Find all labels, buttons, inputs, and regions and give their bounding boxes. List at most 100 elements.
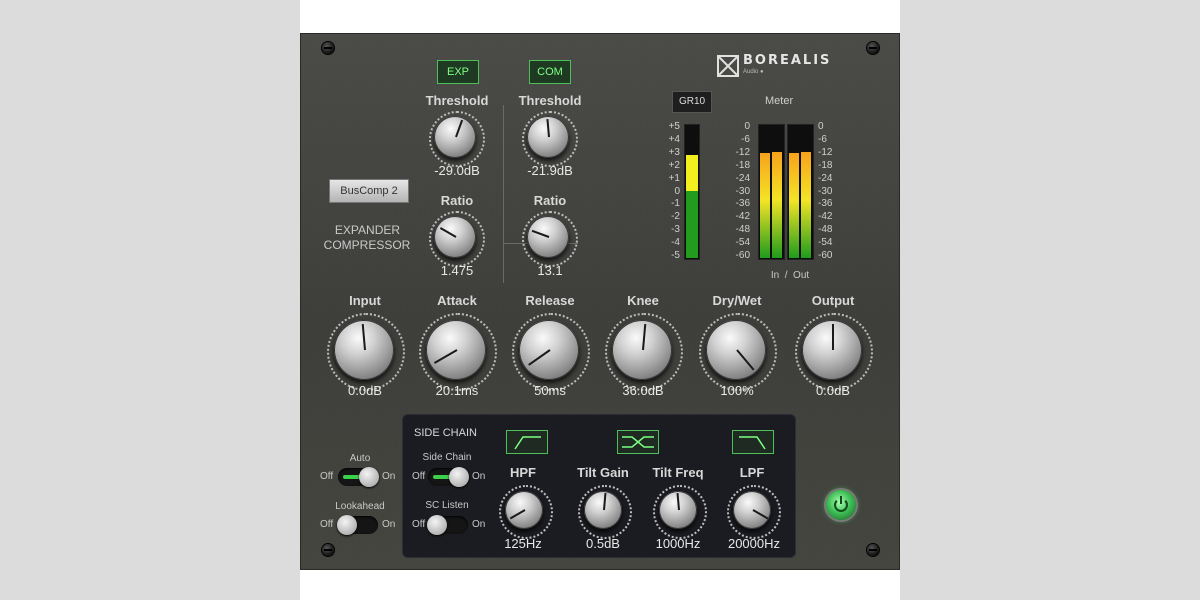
input-knob[interactable] bbox=[334, 320, 394, 380]
lpf-label: LPF bbox=[739, 465, 765, 480]
input-meter-l-bar bbox=[760, 153, 770, 258]
input-meter bbox=[758, 124, 785, 260]
lookahead-toggle[interactable] bbox=[337, 515, 378, 535]
gr-scale-tick-label: 0 bbox=[674, 185, 680, 197]
output-value: 0.0dB bbox=[816, 383, 850, 398]
side-chain-toggle[interactable] bbox=[428, 467, 469, 487]
preset-selector[interactable]: BusComp 2 bbox=[329, 179, 409, 203]
meter-right-tick-label: -54 bbox=[818, 237, 833, 249]
tilt-filter-icon[interactable] bbox=[617, 430, 659, 454]
knee-value: 36.0dB bbox=[622, 383, 664, 398]
gr-scale-tick-label: +5 bbox=[668, 121, 680, 132]
input-meter-r-bar bbox=[772, 152, 782, 258]
auto-label: Auto bbox=[349, 453, 371, 464]
release-value: 50ms bbox=[534, 383, 566, 398]
gr-scale-tick-label: -2 bbox=[671, 211, 680, 223]
attack-label: Attack bbox=[437, 293, 477, 308]
meter-in-out-label: In / Out bbox=[770, 270, 810, 281]
exp-ratio-value: 1.475 bbox=[440, 263, 474, 278]
meter-left-tick-label: -54 bbox=[735, 237, 750, 249]
power-icon-stem bbox=[840, 496, 842, 504]
meter-right-tick-label: -18 bbox=[818, 159, 833, 171]
lookahead-off-label: Off bbox=[320, 519, 334, 530]
brand-subtitle: Audio ● bbox=[743, 69, 764, 75]
release-knob[interactable] bbox=[519, 320, 579, 380]
output-meter-r-bar bbox=[801, 152, 811, 258]
side-chain-title: SIDE CHAIN bbox=[414, 427, 477, 439]
exp-mode-button[interactable]: EXP bbox=[437, 60, 479, 84]
hpf-filter-icon[interactable] bbox=[506, 430, 548, 454]
tilt-gain-knob[interactable] bbox=[584, 491, 622, 529]
gr-scale-tick-label: +2 bbox=[668, 159, 680, 171]
meter-left-tick-label: -24 bbox=[735, 172, 750, 184]
knee-knob[interactable] bbox=[612, 320, 672, 380]
tilt-freq-value: 1000Hz bbox=[655, 536, 701, 551]
tilt-freq-label: Tilt Freq bbox=[652, 465, 704, 480]
drywet-value: 100% bbox=[720, 383, 754, 398]
sc-listen-label: SC Listen bbox=[425, 500, 469, 511]
com-ratio-value: 13.1 bbox=[537, 263, 563, 278]
output-meter bbox=[787, 124, 814, 260]
meter-right-tick-label: -12 bbox=[818, 146, 833, 158]
toggle-thumb bbox=[449, 467, 469, 487]
borealis-logo-icon bbox=[717, 55, 739, 77]
auto-off-label: Off bbox=[320, 471, 334, 482]
meter-right-tick-label: -36 bbox=[818, 198, 833, 210]
meter-scale-left: 0 -6 -12 -18 -24 -30 -36 -42 -48 -54 -60 bbox=[728, 121, 750, 263]
tilt-freq-knob[interactable] bbox=[659, 491, 697, 529]
input-value: 0.0dB bbox=[348, 383, 382, 398]
com-mode-button[interactable]: COM bbox=[529, 60, 571, 84]
com-ratio-label: Ratio bbox=[533, 193, 567, 208]
expander-label: EXPANDER bbox=[334, 223, 401, 237]
gr-scale-tick-label: -1 bbox=[671, 198, 680, 210]
screw-icon bbox=[322, 42, 334, 54]
hpf-knob[interactable] bbox=[505, 491, 543, 529]
gr-scale-tick-label: +4 bbox=[668, 133, 680, 145]
gr-scale-tick-label: -5 bbox=[671, 250, 680, 262]
gr-scale-tick-label: -3 bbox=[671, 224, 680, 236]
sc-listen-on-label: On bbox=[472, 519, 486, 530]
drywet-label: Dry/Wet bbox=[712, 293, 762, 308]
hpf-label: HPF bbox=[510, 465, 536, 480]
lpf-value: 20000Hz bbox=[727, 536, 781, 551]
toggle-thumb bbox=[337, 515, 357, 535]
gr10-button[interactable]: GR10 bbox=[672, 91, 712, 113]
meter-right-tick-label: 0 bbox=[818, 121, 824, 132]
lookahead-on-label: On bbox=[382, 519, 396, 530]
tilt-gain-value: 0.5dB bbox=[586, 536, 620, 551]
drywet-knob[interactable] bbox=[706, 320, 766, 380]
power-button[interactable] bbox=[826, 490, 856, 520]
com-threshold-knob[interactable] bbox=[527, 116, 569, 158]
output-knob[interactable] bbox=[802, 320, 862, 380]
meter-title: Meter bbox=[765, 95, 794, 107]
meter-left-tick-label: -30 bbox=[735, 185, 750, 197]
lookahead-label: Lookahead bbox=[335, 501, 385, 512]
hpf-value: 125Hz bbox=[504, 536, 542, 551]
sc-toggle-off-label: Off bbox=[412, 471, 426, 482]
lpf-filter-icon[interactable] bbox=[732, 430, 774, 454]
exp-ratio-knob[interactable] bbox=[434, 216, 476, 258]
lpf-knob[interactable] bbox=[733, 491, 771, 529]
meter-left-tick-label: -6 bbox=[741, 133, 750, 145]
meter-left-tick-label: -18 bbox=[735, 159, 750, 171]
com-ratio-knob[interactable] bbox=[527, 216, 569, 258]
sc-listen-off-label: Off bbox=[412, 519, 426, 530]
tilt-gain-label: Tilt Gain bbox=[577, 465, 629, 480]
auto-on-label: On bbox=[382, 471, 396, 482]
meter-right-tick-label: -30 bbox=[818, 185, 833, 197]
knee-label: Knee bbox=[627, 293, 659, 308]
sc-listen-toggle[interactable] bbox=[427, 515, 468, 535]
exp-threshold-knob[interactable] bbox=[434, 116, 476, 158]
output-label: Output bbox=[811, 293, 855, 308]
meter-right-tick-label: -48 bbox=[818, 224, 833, 236]
com-threshold-value: -21.9dB bbox=[527, 163, 573, 178]
exp-ratio-label: Ratio bbox=[440, 193, 474, 208]
meter-right-tick-label: -24 bbox=[818, 172, 833, 184]
input-label: Input bbox=[349, 293, 381, 308]
side-chain-section: SIDE CHAIN Side Chain Off On SC Listen O… bbox=[402, 414, 796, 558]
attack-knob[interactable] bbox=[426, 320, 486, 380]
screw-icon bbox=[867, 42, 879, 54]
auto-toggle[interactable] bbox=[338, 467, 379, 487]
sc-toggle-on-label: On bbox=[472, 471, 486, 482]
gr-meter-green-bar bbox=[686, 191, 698, 258]
